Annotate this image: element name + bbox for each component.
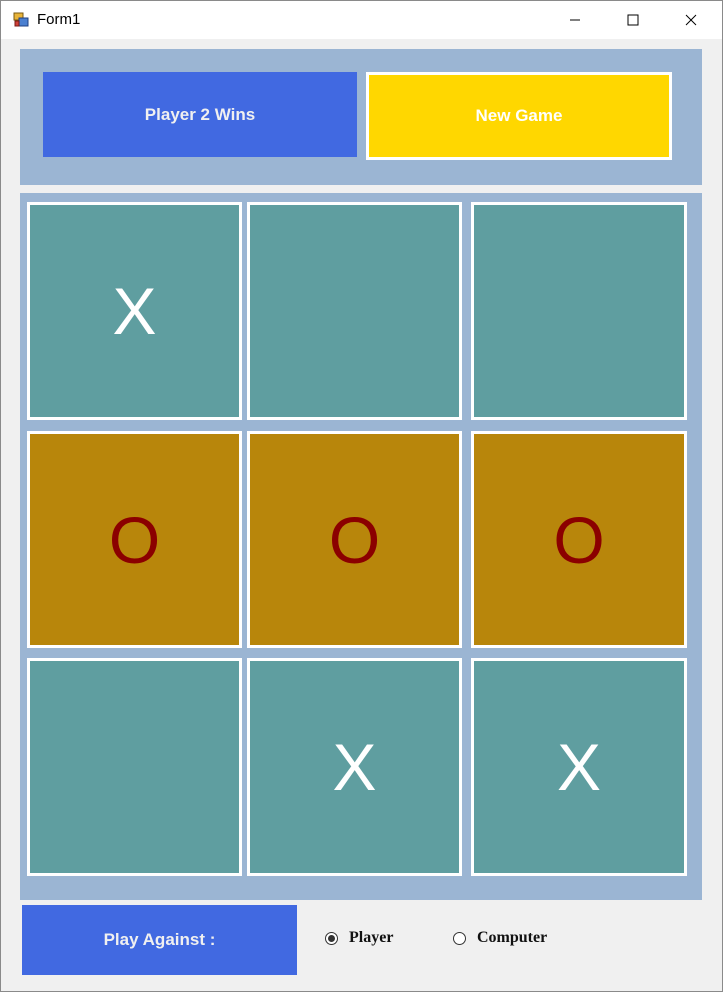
board-cell-1[interactable]: X [27, 202, 242, 420]
minimize-button[interactable] [546, 1, 604, 39]
close-button[interactable] [662, 1, 720, 39]
close-icon [685, 14, 697, 26]
maximize-button[interactable] [604, 1, 662, 39]
top-panel: Player 2 Wins New Game [20, 49, 702, 185]
app-window: Form1 Player 2 Wins New Game X O O O X X… [0, 0, 723, 992]
cell-mark: O [553, 502, 605, 577]
board-cell-4[interactable]: O [27, 431, 242, 648]
cell-mark: X [112, 274, 157, 348]
cell-mark: X [556, 730, 602, 804]
radio-player-label: Player [349, 929, 394, 946]
board-cell-9[interactable]: X [471, 658, 687, 876]
form-app-icon [13, 12, 29, 27]
radio-computer[interactable]: Computer [453, 929, 547, 947]
radio-button-icon[interactable] [325, 931, 338, 945]
radio-selected-dot [328, 934, 335, 942]
minimize-icon [570, 19, 580, 21]
board-cell-7[interactable] [27, 658, 242, 876]
status-label: Player 2 Wins [43, 72, 357, 157]
radio-button-icon[interactable] [453, 931, 466, 945]
cell-mark: O [328, 502, 381, 577]
maximize-icon [627, 14, 639, 26]
play-against-label: Play Against : [22, 905, 297, 975]
radio-computer-label: Computer [477, 929, 548, 946]
game-board: X O O O X X [20, 193, 702, 900]
cell-mark: X [332, 730, 377, 804]
title-bar[interactable]: Form1 [1, 1, 722, 39]
window-title: Form1 [37, 11, 81, 28]
board-cell-8[interactable]: X [247, 658, 462, 876]
board-cell-6[interactable]: O [471, 431, 687, 648]
board-cell-5[interactable]: O [247, 431, 462, 648]
board-cell-2[interactable] [247, 202, 462, 420]
cell-mark: O [108, 502, 161, 577]
radio-player[interactable]: Player [325, 929, 393, 947]
board-cell-3[interactable] [471, 202, 687, 420]
new-game-button[interactable]: New Game [366, 72, 672, 160]
